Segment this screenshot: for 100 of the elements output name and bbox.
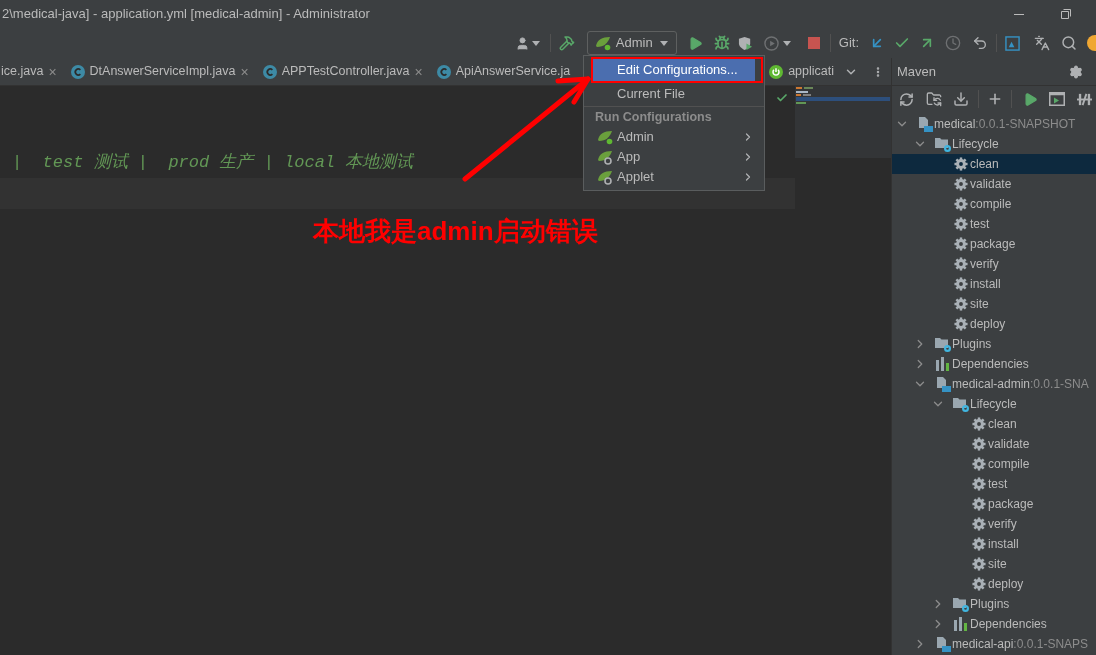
refresh-icon [898,91,914,107]
tree-item[interactable]: compile [892,454,1096,474]
caret-icon [532,40,541,46]
gear-icon [972,457,986,471]
editor-tab[interactable]: applicati [762,58,841,85]
caret-icon [659,40,668,46]
window-title: 2\medical-java] - application.yml [medical-admin] - Administrator [1,5,370,24]
run-configuration-dropdown[interactable]: Admin [586,31,677,55]
folder-sync-icon [926,91,942,107]
inspection-check-icon [776,92,788,104]
editor-tab[interactable]: ApiAnswerService.ja [429,58,578,85]
gear-icon [972,417,986,431]
close-tab-button[interactable]: × [48,64,57,79]
close-tab-button[interactable]: × [414,64,423,79]
tree-item[interactable]: validate [892,434,1096,454]
stop-icon [807,37,820,49]
tree-item[interactable]: test [892,214,1096,234]
tree-item[interactable]: medical-admin:0.0.1-SNA [892,374,1096,394]
gear-icon [972,517,986,531]
hammer-icon [558,35,575,51]
window-play-icon [1049,92,1065,106]
folder-gear-icon [935,136,951,152]
tree-item[interactable]: verify [892,254,1096,274]
gear-icon [972,577,986,591]
menu-item[interactable]: Edit Configurations... [593,59,755,81]
tree-item[interactable]: medical-api:0.0.1-SNAPS [892,634,1096,654]
tree-item[interactable]: deploy [892,314,1096,334]
clock-icon [945,35,961,51]
circle-c-icon [70,64,85,79]
close-tab-button[interactable]: × [240,64,249,79]
project-file-icon [917,116,933,132]
tree-item[interactable]: site [892,554,1096,574]
restore-icon[interactable] [1061,9,1071,19]
gear-icon [954,177,968,191]
vcs-label: Git: [838,34,859,53]
tree-item[interactable]: medical:0.0.1-SNAPSHOT [892,114,1096,134]
gear-icon [954,237,968,251]
tree-item[interactable]: verify [892,514,1096,534]
gear-icon [972,477,986,491]
project-file-icon [935,376,951,392]
tree-item[interactable]: site [892,294,1096,314]
gear-icon [954,317,968,331]
annotation-text: 本地我是admin启动错误 [313,216,598,246]
bug-icon [713,35,730,51]
project-file-icon [935,636,951,652]
panel-title: Maven [897,62,937,81]
folder-gear-icon [935,336,951,352]
tree-item[interactable]: clean [892,414,1096,434]
download-icon [953,91,969,107]
tree-item[interactable]: Plugins [892,334,1096,354]
tree-item[interactable]: package [892,234,1096,254]
bar-chart-icon [935,356,951,372]
circle-c-icon [262,64,277,79]
tree-item[interactable]: deploy [892,574,1096,594]
gear-icon [954,277,968,291]
menu-item[interactable]: Current File [593,84,755,104]
gear-icon [954,257,968,271]
tree-item[interactable]: clean [892,154,1096,174]
shield-play-icon [738,35,754,51]
menu-item[interactable]: Admin [593,127,755,147]
editor-tab[interactable]: DtAnswerServiceImpl.java × [63,58,256,85]
tree-item[interactable]: install [892,274,1096,294]
gear-icon [972,537,986,551]
menu-item[interactable]: App [593,147,755,167]
tree-item[interactable]: install [892,534,1096,554]
person-icon [515,35,531,51]
translate-icon [1034,35,1050,51]
caret-icon [783,40,792,46]
settings-icon[interactable] [1069,64,1083,79]
power-icon [769,64,784,79]
menu-item[interactable]: Applet [593,167,755,187]
gear-icon [954,197,968,211]
code-comment: | test 测试 | prod 生产 | local 本地测试 [12,151,414,174]
folder-gear-icon [953,396,969,412]
tree-item[interactable]: test [892,474,1096,494]
play-icon [1022,91,1038,107]
gear-icon [954,217,968,231]
square-frame-icon [1004,35,1020,51]
gear-icon [954,157,968,171]
tree-item[interactable]: Lifecycle [892,134,1096,154]
circle-c-icon [436,64,451,79]
tree-item[interactable]: compile [892,194,1096,214]
folder-gear-icon [953,596,969,612]
tree-item[interactable]: package [892,494,1096,514]
tree-item[interactable]: Plugins [892,594,1096,614]
tree-item[interactable]: Dependencies [892,614,1096,634]
search-icon [1061,35,1077,51]
play-icon [688,35,704,51]
tree-item[interactable]: Dependencies [892,354,1096,374]
gear-icon [972,497,986,511]
gear-icon [954,297,968,311]
tree-item[interactable]: Lifecycle [892,394,1096,414]
gear-icon [972,557,986,571]
gear-icon [972,437,986,451]
editor-tab[interactable]: APPTestController.java × [255,58,430,85]
minimize-icon[interactable] [1014,13,1024,15]
circle-play-icon [764,35,780,51]
tree-item[interactable]: validate [892,174,1096,194]
editor-tab[interactable]: ice.java × [0,58,64,85]
menu-section-header: Run Configurations [594,108,713,126]
